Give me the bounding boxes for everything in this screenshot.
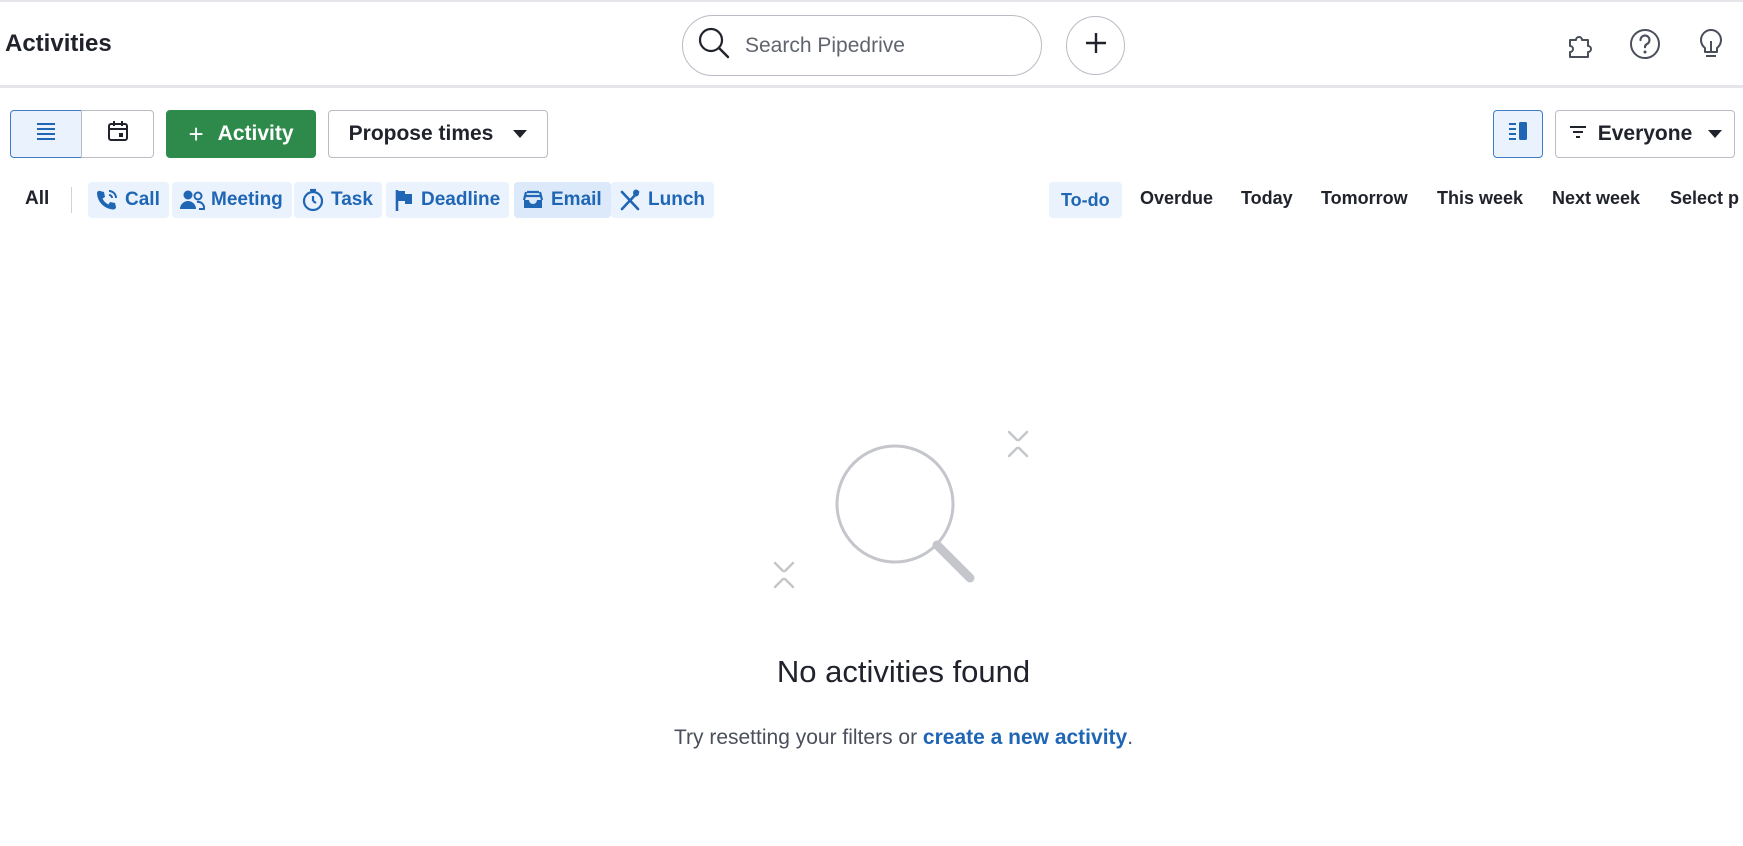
filter-task-label: Task — [331, 189, 373, 210]
owner-filter-button[interactable]: Everyone — [1555, 110, 1735, 158]
calendar-icon — [106, 119, 130, 149]
filter-lunch-label: Lunch — [648, 189, 705, 210]
flag-icon — [395, 190, 412, 211]
date-tab-tomorrow[interactable]: Tomorrow — [1321, 188, 1408, 209]
magnifier-icon — [773, 430, 1029, 589]
puzzle-icon — [1565, 28, 1597, 65]
empty-state-text-after: . — [1127, 726, 1134, 749]
page-title: Activities — [5, 30, 112, 57]
date-tab-overdue[interactable]: Overdue — [1140, 188, 1213, 209]
plus-icon — [1083, 30, 1109, 61]
filter-email-label: Email — [551, 189, 602, 210]
add-activity-button[interactable]: + Activity — [166, 110, 316, 158]
calendar-view-button[interactable] — [81, 110, 154, 158]
filter-meeting[interactable]: Meeting — [172, 182, 292, 218]
filter-all[interactable]: All — [25, 188, 49, 210]
help-button[interactable] — [1625, 26, 1665, 66]
search-box[interactable] — [682, 15, 1042, 76]
empty-state-illustration — [765, 425, 1045, 595]
side-panel-icon — [1507, 121, 1529, 147]
filter-task[interactable]: Task — [294, 182, 382, 218]
list-icon — [35, 121, 57, 147]
caret-down-icon — [1708, 130, 1723, 138]
phone-icon — [97, 190, 117, 210]
filter-email[interactable]: Email — [514, 182, 611, 218]
search-icon — [697, 26, 731, 65]
propose-times-button[interactable]: Propose times — [328, 110, 548, 158]
owner-filter-label: Everyone — [1597, 122, 1693, 145]
filter-lunch[interactable]: Lunch — [611, 182, 714, 218]
empty-state-text-before: Try resetting your filters or — [673, 726, 923, 749]
create-activity-link[interactable]: create a new activity — [923, 726, 1127, 749]
search-input[interactable] — [745, 33, 1025, 58]
date-tab-this-week[interactable]: This week — [1437, 188, 1523, 209]
date-tab-today[interactable]: Today — [1241, 188, 1293, 209]
filter-deadline-label: Deadline — [421, 189, 501, 210]
inbox-icon — [522, 190, 544, 208]
utensils-icon — [620, 189, 640, 211]
filter-icon — [1568, 122, 1588, 146]
empty-state-text: Try resetting your filters or create a n… — [0, 726, 1743, 750]
plus-icon: + — [188, 119, 204, 149]
date-tab-todo[interactable]: To-do — [1049, 182, 1122, 218]
filter-divider — [71, 187, 72, 213]
date-tab-next-week[interactable]: Next week — [1552, 188, 1640, 209]
filter-meeting-label: Meeting — [211, 189, 283, 210]
quick-add-button[interactable] — [1066, 16, 1125, 75]
tips-button[interactable] — [1691, 26, 1731, 66]
filter-call-label: Call — [125, 189, 160, 210]
propose-times-label: Propose times — [348, 122, 494, 145]
date-tab-select-period[interactable]: Select p — [1670, 188, 1739, 209]
list-view-button[interactable] — [10, 110, 82, 158]
side-panel-toggle[interactable] — [1493, 110, 1543, 158]
top-bar: Activities — [0, 0, 1743, 88]
filter-call[interactable]: Call — [88, 182, 169, 218]
caret-down-icon — [513, 130, 528, 138]
clock-icon — [302, 188, 324, 212]
extensions-button[interactable] — [1561, 26, 1601, 66]
people-icon — [180, 190, 205, 210]
empty-state-title: No activities found — [776, 654, 1031, 689]
help-icon — [1628, 27, 1662, 66]
lightbulb-icon — [1696, 27, 1726, 66]
add-activity-label: Activity — [217, 122, 294, 145]
filter-deadline[interactable]: Deadline — [386, 182, 510, 218]
